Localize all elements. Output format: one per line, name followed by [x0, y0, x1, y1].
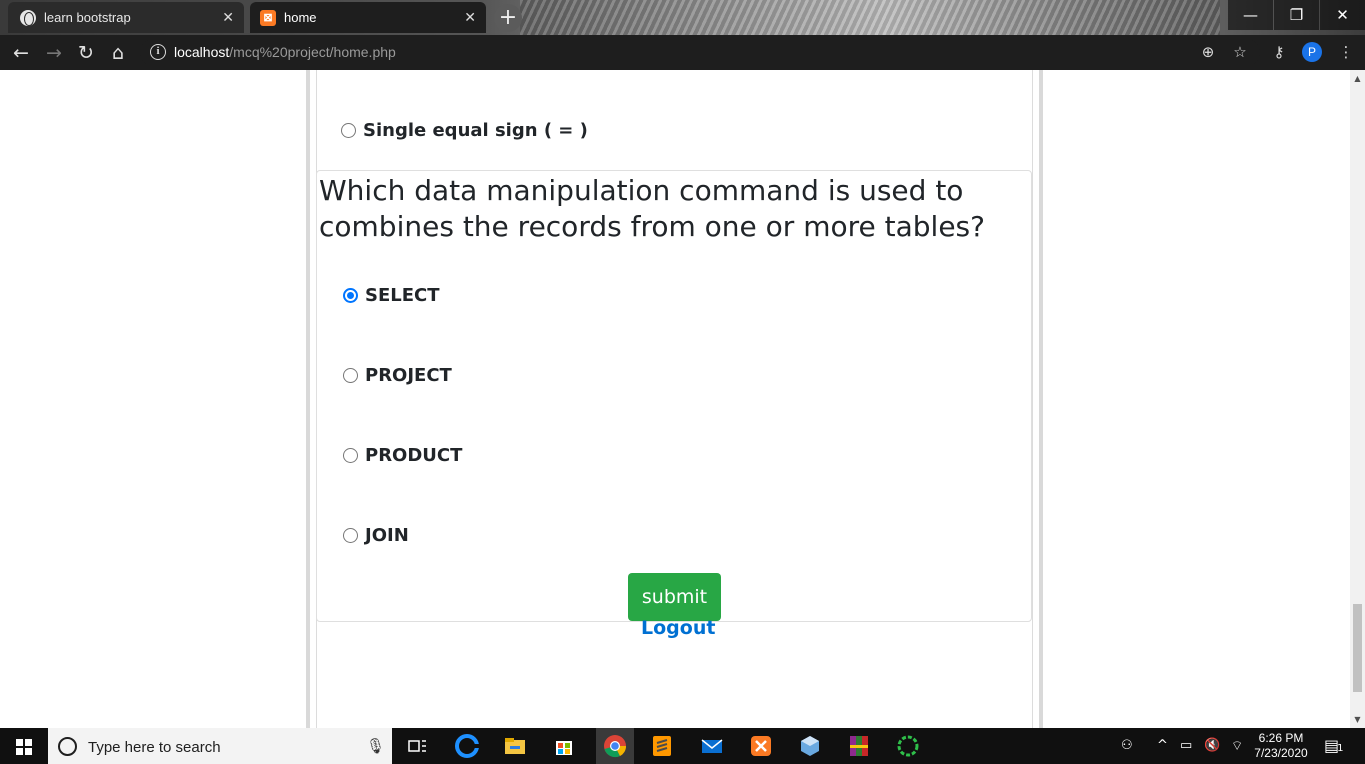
- bookmark-star-icon[interactable]: ☆: [1229, 41, 1251, 63]
- start-button[interactable]: [0, 728, 48, 764]
- radio-project[interactable]: [343, 368, 358, 383]
- action-center-icon[interactable]: ▤1: [1324, 736, 1344, 755]
- clock[interactable]: 6:26 PM 7/23/2020: [1252, 731, 1310, 761]
- radio-product[interactable]: [343, 448, 358, 463]
- url-path: /mcq%20project/home.php: [229, 44, 396, 60]
- browser-toolbar: ← → ↻ ⌂ i localhost/mcq%20project/home.p…: [0, 35, 1365, 70]
- battery-icon[interactable]: ▭: [1180, 738, 1192, 753]
- close-tab-icon[interactable]: ✕: [464, 9, 476, 26]
- theme-background: [520, 0, 1220, 35]
- previous-option[interactable]: Single equal sign ( = ): [341, 120, 588, 141]
- file-explorer-icon[interactable]: [501, 732, 529, 760]
- forward-arrow-icon[interactable]: →: [41, 40, 67, 66]
- scroll-down-icon[interactable]: ▼: [1353, 715, 1362, 724]
- winrar-icon[interactable]: [845, 732, 873, 760]
- url-text[interactable]: localhost/mcq%20project/home.php: [174, 44, 396, 60]
- microphone-icon[interactable]: 🎙: [366, 737, 385, 755]
- submit-button[interactable]: submit: [628, 573, 721, 621]
- xampp-icon: ⊠: [260, 9, 276, 26]
- notification-count: 1: [1337, 743, 1344, 754]
- taskbar: Type here to search 🎙 ⚇ ^ ▭ 🔇 ⌔ 6:26 PM …: [0, 728, 1365, 764]
- chrome-taskbar-button[interactable]: [596, 728, 634, 764]
- option-project[interactable]: PROJECT: [343, 365, 452, 386]
- tab-learn-bootstrap[interactable]: learn bootstrap ✕: [8, 2, 244, 33]
- option-product[interactable]: PRODUCT: [343, 445, 462, 466]
- scroll-up-icon[interactable]: ▲: [1353, 74, 1362, 83]
- tab-strip: learn bootstrap ✕ ⊠ home ✕ + — ❐ ✕: [0, 0, 1365, 35]
- site-info-icon[interactable]: i: [150, 44, 166, 60]
- search-placeholder: Type here to search: [88, 739, 221, 756]
- close-tab-icon[interactable]: ✕: [222, 9, 234, 26]
- new-tab-button[interactable]: +: [494, 4, 522, 32]
- mail-icon[interactable]: [698, 732, 726, 760]
- volume-muted-icon[interactable]: 🔇: [1204, 738, 1220, 753]
- home-icon[interactable]: ⌂: [105, 40, 131, 66]
- zoom-icon[interactable]: ⊕: [1197, 41, 1219, 63]
- task-view-icon[interactable]: [403, 732, 431, 760]
- virtualbox-icon[interactable]: [796, 732, 824, 760]
- question-card: Which data manipulation command is used …: [316, 170, 1032, 622]
- show-hidden-icons-chevron-icon[interactable]: ^: [1157, 738, 1168, 753]
- option-label: PRODUCT: [365, 445, 463, 466]
- sublime-text-icon[interactable]: [648, 732, 676, 760]
- xampp-control-icon[interactable]: [747, 732, 775, 760]
- clock-time: 6:26 PM: [1258, 731, 1304, 745]
- option-select[interactable]: SELECT: [343, 285, 440, 306]
- option-label: JOIN: [365, 525, 409, 546]
- edge-icon[interactable]: [453, 732, 481, 760]
- taskbar-search[interactable]: Type here to search 🎙: [48, 728, 392, 764]
- windows-icon: [16, 739, 32, 755]
- clock-date: 7/23/2020: [1254, 746, 1308, 760]
- chrome-icon: [604, 735, 627, 758]
- scrollbar-thumb[interactable]: [1353, 604, 1362, 692]
- people-icon[interactable]: ⚇: [1121, 738, 1133, 753]
- address-bar[interactable]: i localhost/mcq%20project/home.php: [140, 39, 1260, 66]
- question-text: Which data manipulation command is used …: [319, 174, 985, 243]
- option-label: PROJECT: [365, 365, 452, 386]
- tab-home[interactable]: ⊠ home ✕: [250, 2, 486, 33]
- minimize-button[interactable]: —: [1228, 0, 1273, 30]
- radio-join[interactable]: [343, 528, 358, 543]
- restore-button[interactable]: ❐: [1274, 0, 1319, 30]
- store-icon[interactable]: [550, 732, 578, 760]
- profile-avatar[interactable]: P: [1302, 42, 1322, 62]
- option-label: Single equal sign ( = ): [363, 120, 588, 141]
- tab-title: home: [284, 10, 317, 25]
- logout-link[interactable]: Logout: [641, 617, 715, 639]
- url-host: localhost: [174, 44, 230, 60]
- menu-icon[interactable]: ⋮: [1335, 41, 1357, 63]
- globe-icon: [20, 9, 36, 26]
- tab-title: learn bootstrap: [44, 10, 131, 25]
- reload-icon[interactable]: ↻: [73, 40, 99, 66]
- radio-select[interactable]: [343, 288, 358, 303]
- back-arrow-icon[interactable]: ←: [8, 40, 34, 66]
- radio-previous-option[interactable]: [341, 123, 356, 138]
- option-label: SELECT: [365, 285, 440, 306]
- cortana-icon: [58, 737, 77, 756]
- page-scrollbar[interactable]: ▲ ▼: [1350, 70, 1365, 728]
- key-icon[interactable]: ⚷: [1268, 41, 1290, 63]
- option-join[interactable]: JOIN: [343, 525, 409, 546]
- close-window-button[interactable]: ✕: [1320, 0, 1365, 30]
- wifi-icon[interactable]: ⌔: [1231, 738, 1243, 754]
- sync-app-icon[interactable]: [894, 732, 922, 760]
